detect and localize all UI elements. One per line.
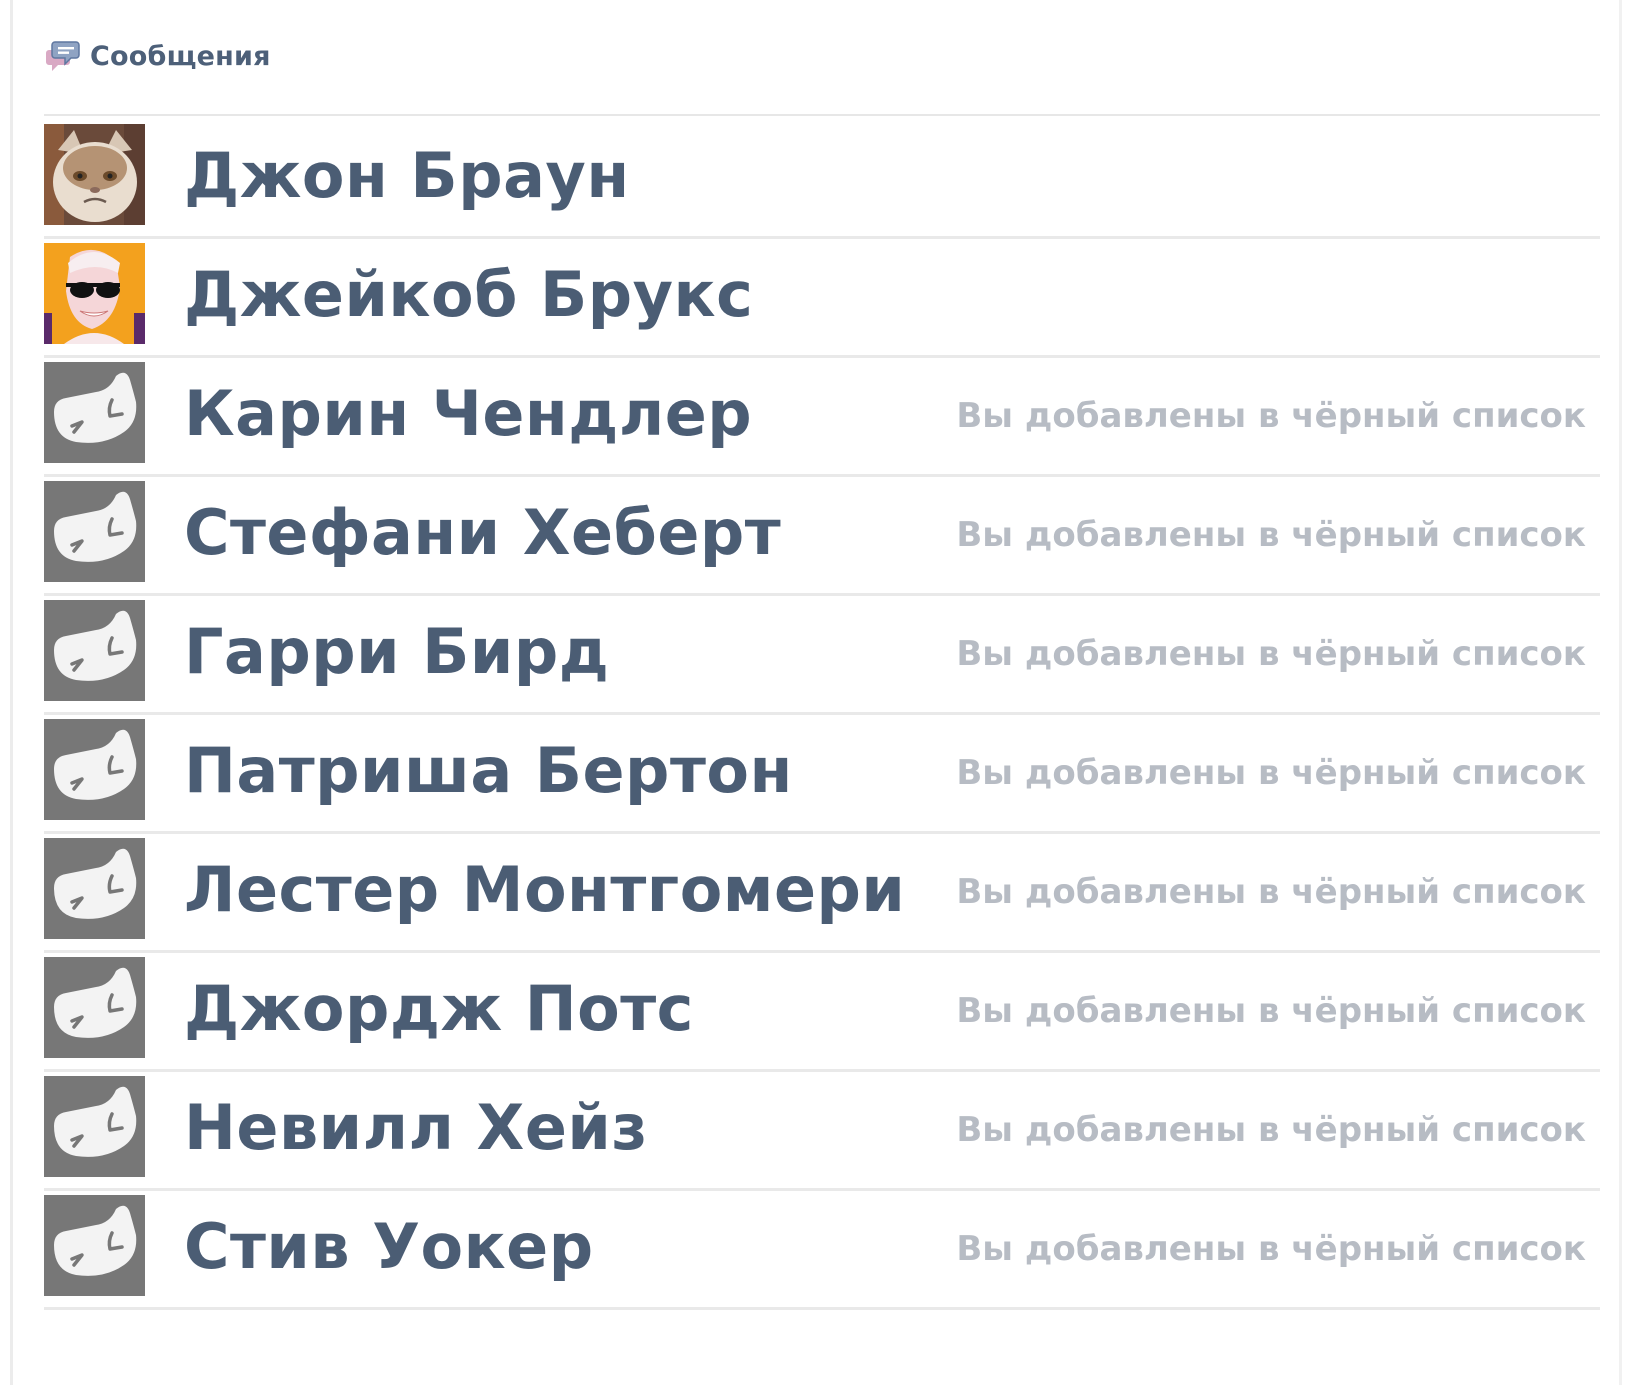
blocked-placeholder-avatar[interactable] <box>44 1195 145 1296</box>
contact-name[interactable]: Невилл Хейз <box>184 1092 648 1164</box>
blocked-placeholder-avatar[interactable] <box>44 362 145 463</box>
blacklist-status: Вы добавлены в чёрный список <box>956 396 1586 436</box>
blocked-placeholder-icon <box>44 1195 145 1296</box>
blacklist-status: Вы добавлены в чёрный список <box>956 991 1586 1031</box>
blacklist-status: Вы добавлены в чёрный список <box>956 753 1586 793</box>
contact-name[interactable]: Джейкоб Брукс <box>184 259 753 331</box>
conversation-row[interactable]: Стив Уокер Вы добавлены в чёрный список <box>44 1193 1600 1310</box>
contact-name[interactable]: Стив Уокер <box>184 1211 594 1283</box>
grumpy-cat-avatar[interactable] <box>44 124 145 225</box>
conversation-row[interactable]: Стефани Хеберт Вы добавлены в чёрный спи… <box>44 479 1600 596</box>
grumpy-cat-avatar-image <box>44 124 145 225</box>
contact-name[interactable]: Гарри Бирд <box>184 616 609 688</box>
blacklist-status: Вы добавлены в чёрный список <box>956 1110 1586 1150</box>
blocked-placeholder-avatar[interactable] <box>44 838 145 939</box>
frame-right-border <box>1619 0 1622 1385</box>
contact-name[interactable]: Лестер Монтгомери <box>184 854 905 926</box>
header-divider <box>44 114 1600 116</box>
conversation-row[interactable]: Джордж Потс Вы добавлены в чёрный список <box>44 955 1600 1072</box>
blocked-placeholder-icon <box>44 838 145 939</box>
blacklist-status: Вы добавлены в чёрный список <box>956 634 1586 674</box>
blocked-placeholder-icon <box>44 719 145 820</box>
contact-name[interactable]: Карин Чендлер <box>184 378 752 450</box>
conversation-row[interactable]: Карин Чендлер Вы добавлены в чёрный спис… <box>44 360 1600 477</box>
conversation-list: Джон Браун Джейкоб Брукс Карин Чендлер В… <box>44 122 1600 1312</box>
contact-name[interactable]: Джордж Потс <box>184 973 694 1045</box>
conversation-row[interactable]: Джейкоб Брукс <box>44 241 1600 358</box>
header-title: Сообщения <box>90 40 271 72</box>
blocked-placeholder-avatar[interactable] <box>44 481 145 582</box>
contact-name[interactable]: Стефани Хеберт <box>184 497 781 569</box>
contact-name[interactable]: Патриша Бертон <box>184 735 793 807</box>
sunglasses-man-avatar-image <box>44 243 145 344</box>
blocked-placeholder-avatar[interactable] <box>44 957 145 1058</box>
blocked-placeholder-avatar[interactable] <box>44 719 145 820</box>
conversation-row[interactable]: Патриша Бертон Вы добавлены в чёрный спи… <box>44 717 1600 834</box>
conversation-row[interactable]: Невилл Хейз Вы добавлены в чёрный список <box>44 1074 1600 1191</box>
blocked-placeholder-icon <box>44 957 145 1058</box>
blocked-placeholder-icon <box>44 362 145 463</box>
messages-header[interactable]: Сообщения <box>46 34 271 78</box>
blacklist-status: Вы добавлены в чёрный список <box>956 1229 1586 1269</box>
blocked-placeholder-avatar[interactable] <box>44 1076 145 1177</box>
blocked-placeholder-icon <box>44 481 145 582</box>
sunglasses-man-avatar[interactable] <box>44 243 145 344</box>
contact-name[interactable]: Джон Браун <box>184 140 630 212</box>
blocked-placeholder-icon <box>44 600 145 701</box>
blocked-placeholder-icon <box>44 1076 145 1177</box>
conversation-row[interactable]: Джон Браун <box>44 122 1600 239</box>
frame-left-border <box>10 0 13 1385</box>
blacklist-status: Вы добавлены в чёрный список <box>956 872 1586 912</box>
blacklist-status: Вы добавлены в чёрный список <box>956 515 1586 555</box>
messages-icon <box>46 41 80 71</box>
conversation-row[interactable]: Гарри Бирд Вы добавлены в чёрный список <box>44 598 1600 715</box>
conversation-row[interactable]: Лестер Монтгомери Вы добавлены в чёрный … <box>44 836 1600 953</box>
blocked-placeholder-avatar[interactable] <box>44 600 145 701</box>
